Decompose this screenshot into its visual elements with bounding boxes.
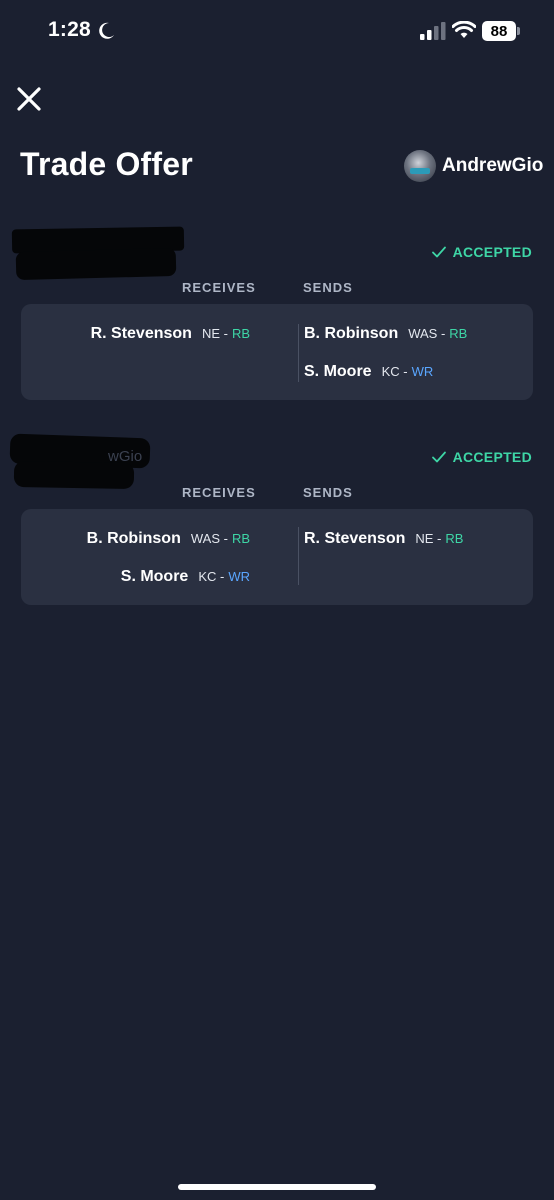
player-team: NE -: [415, 531, 442, 546]
player-position: RB: [445, 531, 464, 546]
player-position: WR: [228, 569, 250, 584]
player-position: RB: [231, 326, 250, 341]
status-bar: 1:28 88: [0, 0, 554, 64]
page-title: Trade Offer: [20, 146, 193, 182]
wifi-icon: [452, 21, 476, 38]
status-accepted: ACCEPTED: [431, 449, 532, 465]
player-row[interactable]: R. Stevenson NE - RB: [91, 325, 250, 343]
user-chip[interactable]: AndrewGio: [404, 149, 543, 183]
player-row[interactable]: R. Stevenson NE - RB: [304, 530, 463, 548]
column-receives: RECEIVES: [182, 280, 256, 295]
username: AndrewGio: [442, 155, 544, 176]
player-name: S. Moore: [304, 363, 372, 380]
checkmark-icon: [431, 246, 446, 258]
column-divider: [298, 324, 299, 382]
home-indicator[interactable]: [178, 1184, 376, 1190]
player-team: KC -: [198, 569, 225, 584]
status-time: 1:28: [48, 18, 91, 41]
player-row[interactable]: S. Moore KC - WR: [304, 363, 433, 381]
player-row[interactable]: S. Moore KC - WR: [121, 568, 250, 586]
redacted-fragment: wGio: [108, 448, 143, 465]
redacted-team-name: [13, 460, 135, 490]
battery-level: 88: [490, 22, 508, 40]
player-name: B. Robinson: [86, 530, 181, 547]
status-label: ACCEPTED: [452, 244, 532, 260]
player-position: RB: [449, 326, 468, 341]
column-sends: SENDS: [303, 280, 353, 295]
player-team: WAS -: [408, 326, 446, 341]
player-row[interactable]: B. Robinson WAS - RB: [304, 325, 467, 343]
battery-icon: 88: [482, 21, 516, 41]
player-row[interactable]: B. Robinson WAS - RB: [87, 530, 250, 548]
status-label: ACCEPTED: [452, 449, 532, 465]
signal-icon: [420, 22, 446, 40]
column-sends: SENDS: [303, 485, 353, 500]
player-name: S. Moore: [120, 568, 189, 585]
checkmark-icon: [431, 451, 446, 463]
player-position: RB: [231, 531, 250, 546]
redacted-team-name: [15, 247, 177, 281]
player-team: WAS -: [190, 531, 228, 546]
column-receives: RECEIVES: [182, 485, 256, 500]
player-name: B. Robinson: [304, 325, 399, 342]
moon-icon: [99, 22, 114, 39]
trade-card: B. Robinson WAS - RB S. Moore KC - WR R.…: [21, 509, 533, 605]
avatar: [404, 150, 436, 182]
player-team: KC -: [381, 364, 408, 379]
close-icon[interactable]: [14, 84, 44, 114]
battery-nub: [517, 27, 520, 35]
status-accepted: ACCEPTED: [431, 244, 532, 260]
trade-card: R. Stevenson NE - RB B. Robinson WAS - R…: [21, 304, 533, 400]
player-name: R. Stevenson: [90, 325, 192, 342]
player-team: NE -: [201, 326, 228, 341]
player-position: WR: [411, 364, 434, 379]
column-divider: [298, 527, 299, 585]
player-name: R. Stevenson: [304, 530, 406, 547]
